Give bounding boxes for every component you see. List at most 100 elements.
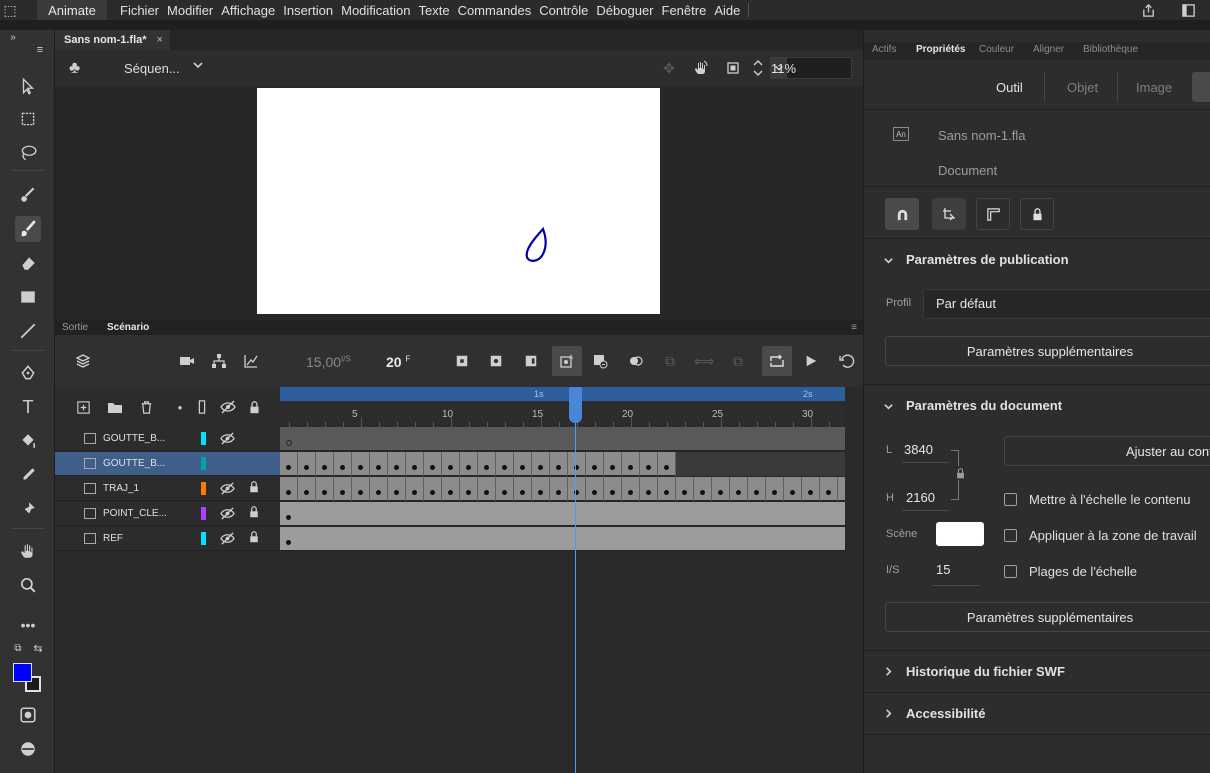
frame-cell[interactable]: [388, 452, 406, 476]
keyframe[interactable]: [664, 490, 669, 495]
frame-cell[interactable]: [352, 477, 370, 501]
layer-name[interactable]: REF: [103, 533, 123, 544]
frame-cell[interactable]: [640, 452, 658, 476]
zoom-stepper-icon[interactable]: [752, 59, 764, 77]
tab-color[interactable]: Couleur: [979, 44, 1014, 55]
brush-tool-icon[interactable]: [15, 216, 41, 242]
keyframe[interactable]: [358, 490, 363, 495]
keyframe[interactable]: [610, 490, 615, 495]
new-folder-icon[interactable]: [104, 396, 126, 418]
layer-parenting-icon[interactable]: [208, 350, 230, 372]
frame-cell[interactable]: [388, 477, 406, 501]
keyframe[interactable]: [340, 465, 345, 470]
chevron-right-icon[interactable]: [883, 666, 894, 680]
frame-cell[interactable]: [514, 452, 532, 476]
keyframe[interactable]: [502, 465, 507, 470]
keyframe[interactable]: [358, 465, 363, 470]
insert-blank-keyframe-icon[interactable]: [485, 350, 507, 372]
fit-to-content-button[interactable]: Ajuster au cont: [1004, 436, 1210, 466]
keyframe[interactable]: [502, 490, 507, 495]
playhead-line[interactable]: [575, 387, 576, 773]
frame-strip[interactable]: [280, 527, 845, 551]
swap-colors-icon[interactable]: ⇆: [30, 640, 46, 656]
close-tab-icon[interactable]: ×: [157, 34, 163, 46]
collapse-arrows-icon[interactable]: »: [3, 30, 23, 44]
eyedropper-tool-icon[interactable]: [15, 462, 41, 488]
fps-readout[interactable]: 15,00I/S: [306, 354, 351, 370]
keyframe[interactable]: [808, 490, 813, 495]
menu-modification[interactable]: Modification: [341, 3, 410, 18]
frame-cell[interactable]: [280, 477, 298, 501]
share-icon[interactable]: [1138, 0, 1158, 20]
frame-cell[interactable]: [550, 477, 568, 501]
layer-name[interactable]: GOUTTE_B...: [103, 433, 165, 444]
frame-cell[interactable]: [514, 477, 532, 501]
object-drawing-icon[interactable]: [15, 702, 41, 728]
frame-cell[interactable]: [748, 477, 766, 501]
free-transform-tool-icon[interactable]: [15, 106, 41, 132]
document-tab[interactable]: Sans nom-1.fla* ×: [55, 30, 170, 50]
accessibility-title[interactable]: Accessibilité: [906, 706, 986, 721]
keyframe[interactable]: [484, 490, 489, 495]
more-publish-settings-button[interactable]: Paramètres supplémentaires: [885, 336, 1210, 366]
keyframe[interactable]: [790, 490, 795, 495]
tab-library[interactable]: Bibliothèque: [1083, 44, 1138, 55]
empty-keyframe[interactable]: [286, 440, 292, 446]
delete-layer-icon[interactable]: [135, 396, 157, 418]
hidden-eye-icon[interactable]: [220, 431, 235, 449]
layer-color-swatch[interactable]: [201, 432, 206, 445]
scene-selector[interactable]: Séquen...: [124, 61, 180, 76]
tab-properties[interactable]: Propriétés: [916, 44, 965, 55]
chevron-down-icon[interactable]: [192, 59, 204, 74]
frame-cell[interactable]: [622, 452, 640, 476]
frame-cell[interactable]: [658, 452, 676, 476]
frame-strip[interactable]: [280, 452, 845, 476]
panel-menu-icon[interactable]: ≡: [851, 322, 857, 333]
menu-fenetre[interactable]: Fenêtre: [662, 3, 707, 18]
layer-name[interactable]: TRAJ_1: [103, 483, 139, 494]
frame-cell[interactable]: [442, 452, 460, 476]
keyframe[interactable]: [520, 490, 525, 495]
rectangle-tool-icon[interactable]: [15, 284, 41, 310]
tab-timeline[interactable]: Scénario: [107, 322, 149, 333]
rulers-icon[interactable]: [976, 198, 1010, 230]
tools-menu-icon[interactable]: ≡: [30, 42, 50, 58]
keyframe[interactable]: [682, 490, 687, 495]
insert-frame-icon[interactable]: [520, 350, 542, 372]
layer-row[interactable]: GOUTTE_B...: [55, 452, 280, 476]
tab-assets[interactable]: Actifs: [872, 44, 896, 55]
preview-range[interactable]: 1s 2s: [280, 387, 845, 401]
menu-fichier[interactable]: Fichier: [120, 3, 159, 18]
loop-icon[interactable]: [762, 346, 792, 376]
paint-brush-tool-icon[interactable]: [15, 182, 41, 208]
keyframe[interactable]: [538, 490, 543, 495]
lock-icon[interactable]: [248, 506, 260, 521]
frame-cell[interactable]: [604, 452, 622, 476]
frame-cell[interactable]: [532, 477, 550, 501]
menu-texte[interactable]: Texte: [418, 3, 449, 18]
more-tools-icon[interactable]: •••: [15, 612, 41, 638]
frame-cell[interactable]: [370, 452, 388, 476]
keyframe[interactable]: [286, 515, 291, 520]
frame-cell[interactable]: [316, 477, 334, 501]
keyframe[interactable]: [646, 465, 651, 470]
frame-cell[interactable]: [352, 452, 370, 476]
snap-to-guides-icon[interactable]: [932, 198, 966, 230]
frame-cell[interactable]: [820, 477, 838, 501]
frame-cell[interactable]: [280, 452, 298, 476]
frame-cell[interactable]: [658, 477, 676, 501]
frame-cell[interactable]: [496, 452, 514, 476]
publish-settings-title[interactable]: Paramètres de publication: [906, 252, 1069, 267]
frame-strip[interactable]: [280, 502, 845, 526]
fps-field[interactable]: 15: [936, 562, 950, 577]
keyframe[interactable]: [772, 490, 777, 495]
chevron-right-icon[interactable]: [883, 708, 894, 722]
layer-row[interactable]: GOUTTE_B...: [55, 427, 280, 451]
keyframe[interactable]: [322, 490, 327, 495]
rotate-stage-icon[interactable]: [692, 59, 710, 77]
keyframe[interactable]: [556, 465, 561, 470]
frame-cell[interactable]: [370, 477, 388, 501]
height-value[interactable]: 2160: [906, 490, 935, 505]
zoom-field[interactable]: 11%: [770, 57, 852, 79]
lock-all-icon[interactable]: [243, 396, 265, 418]
